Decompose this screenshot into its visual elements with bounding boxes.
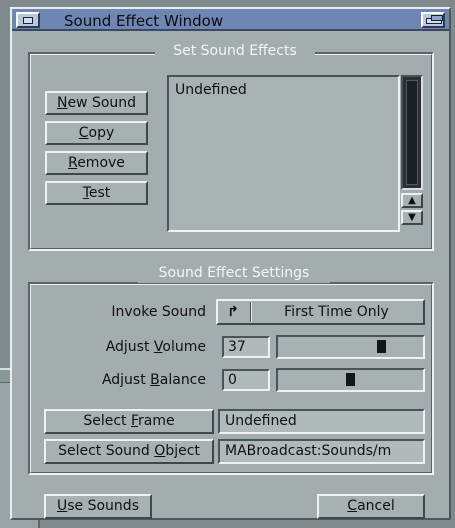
volume-field[interactable]: 37	[222, 336, 270, 358]
select-sound-object-button[interactable]: Select Sound Object	[44, 439, 214, 464]
set-sound-effects-title: Set Sound Effects	[155, 41, 315, 61]
scroll-down-icon[interactable]: ▼	[401, 210, 423, 225]
balance-slider[interactable]	[276, 368, 425, 392]
cycle-icon: ↱	[227, 304, 239, 320]
use-sounds-button[interactable]: Use Sounds	[44, 494, 152, 519]
list-item[interactable]: Undefined	[175, 82, 247, 98]
new-sound-button[interactable]: New Sound	[45, 91, 148, 115]
cancel-button[interactable]: Cancel	[317, 494, 425, 519]
invoke-sound-label: Invoke Sound	[111, 304, 206, 320]
close-gadget-icon[interactable]	[16, 12, 40, 28]
window-title: Sound Effect Window	[64, 12, 224, 30]
invoke-sound-cycle[interactable]: ↱ First Time Only	[216, 299, 425, 325]
sound-object-value-field: MABroadcast:Sounds/m	[218, 439, 425, 464]
volume-slider-knob[interactable]	[377, 340, 386, 353]
balance-slider-knob[interactable]	[346, 373, 355, 386]
list-scrollbar[interactable]	[401, 75, 423, 190]
sound-effect-settings-title: Sound Effect Settings	[138, 263, 330, 283]
depth-gadget-icon[interactable]	[421, 12, 445, 28]
select-frame-button[interactable]: Select Frame	[44, 409, 214, 434]
invoke-sound-value: First Time Only	[284, 304, 389, 320]
adjust-balance-label: Adjust Balance	[101, 372, 206, 388]
sound-list[interactable]: Undefined	[167, 75, 400, 232]
scroll-up-icon[interactable]: ▲	[401, 193, 423, 208]
test-button[interactable]: Test	[45, 181, 148, 205]
copy-button[interactable]: Copy	[45, 121, 148, 145]
remove-button[interactable]: Remove	[45, 151, 148, 175]
volume-slider[interactable]	[276, 335, 425, 359]
scrollbar-knob[interactable]	[406, 80, 418, 185]
balance-field[interactable]: 0	[222, 369, 270, 391]
frame-value-field: Undefined	[218, 409, 425, 434]
adjust-volume-label: Adjust Volume	[105, 339, 206, 355]
